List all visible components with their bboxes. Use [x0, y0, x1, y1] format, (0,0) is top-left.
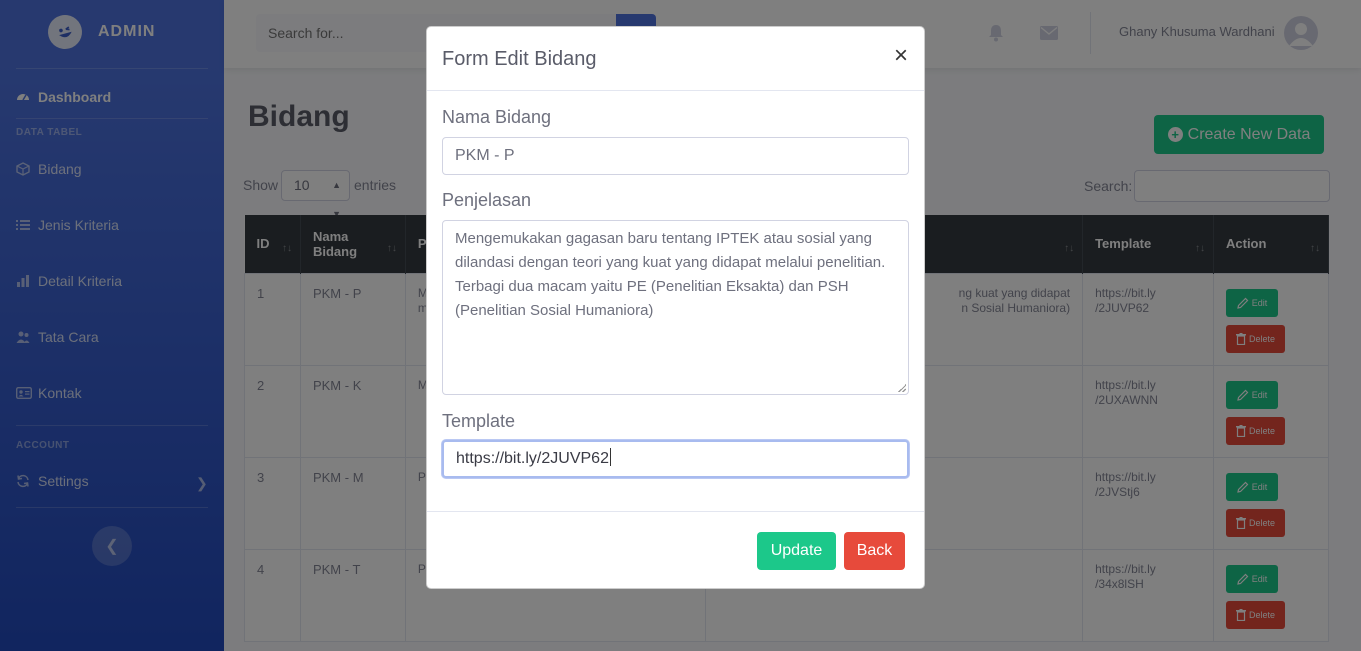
update-button[interactable]: Update	[757, 532, 836, 570]
resize-handle[interactable]	[898, 384, 906, 392]
modal-footer-divider	[427, 511, 924, 512]
nama-bidang-label: Nama Bidang	[442, 107, 552, 127]
close-icon[interactable]: ×	[894, 44, 908, 68]
template-input[interactable]: https://bit.ly/2JUVP62	[442, 440, 909, 478]
back-button[interactable]: Back	[844, 532, 905, 570]
template-value: https://bit.ly/2JUVP62	[456, 450, 609, 467]
template-label: Template	[442, 411, 516, 431]
penjelasan-label: Penjelasan	[442, 190, 532, 210]
penjelasan-text: Mengemukakan gagasan baru tentang IPTEK …	[455, 230, 886, 319]
modal-header: Form Edit Bidang ×	[427, 27, 924, 91]
text-caret	[609, 448, 611, 467]
penjelasan-textarea[interactable]: Mengemukakan gagasan baru tentang IPTEK …	[442, 220, 909, 395]
nama-bidang-input[interactable]: PKM - P	[442, 137, 909, 175]
modal-title: Form Edit Bidang	[442, 48, 597, 70]
edit-bidang-modal: Form Edit Bidang × Nama Bidang PKM - P P…	[426, 26, 925, 589]
